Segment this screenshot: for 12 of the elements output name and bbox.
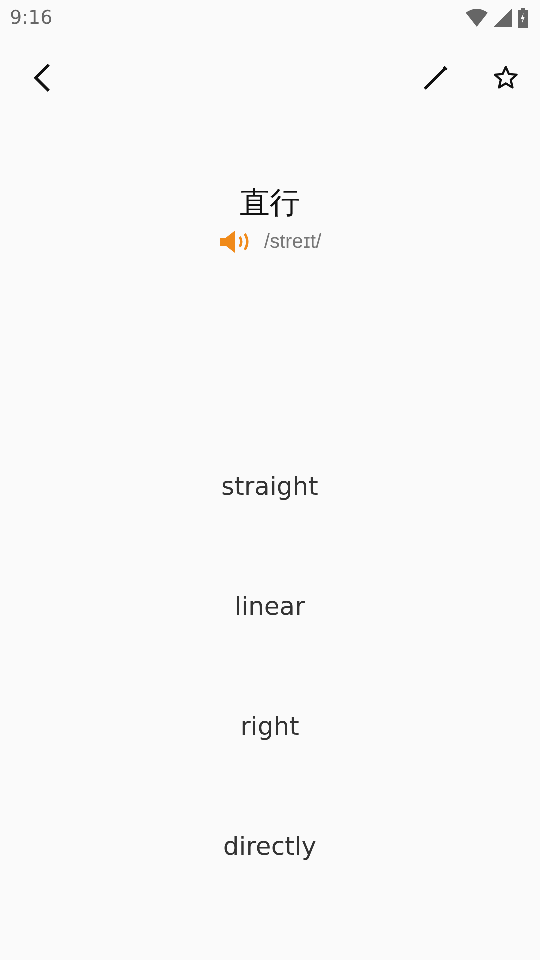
signal-icon — [494, 9, 512, 27]
wifi-icon — [466, 9, 488, 27]
battery-icon — [518, 8, 528, 28]
answer-option[interactable]: linear — [214, 546, 326, 666]
answer-option[interactable]: directly — [203, 786, 337, 906]
edit-button[interactable] — [422, 64, 450, 92]
favorite-button[interactable] — [492, 64, 520, 92]
word-text: 直行 — [240, 185, 300, 223]
answer-option[interactable]: straight — [202, 426, 338, 546]
status-time: 9:16 — [10, 7, 53, 29]
phonetic-text: /streɪt/ — [264, 230, 322, 254]
answer-option[interactable]: right — [220, 666, 320, 786]
